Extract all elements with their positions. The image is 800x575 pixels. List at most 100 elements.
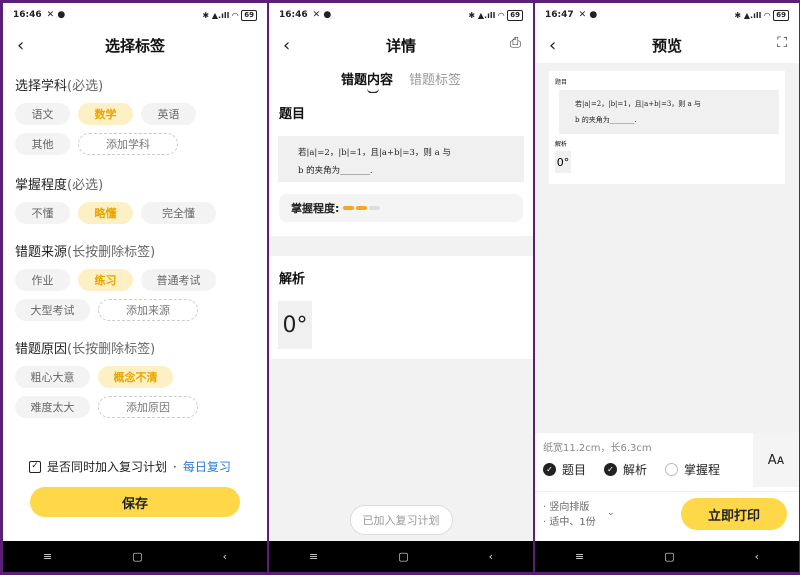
home-icon[interactable]: ▢ [398,550,408,563]
chip-too-hard[interactable]: 难度太大 [15,396,90,418]
back-icon[interactable]: ‹ [549,35,556,56]
daily-review-link[interactable]: 每日复习 [183,458,231,475]
tab-question-tags[interactable]: 错题标签 [409,69,461,88]
chip-partly-understand[interactable]: 略懂 [78,202,133,224]
nav-back-icon[interactable]: ‹ [489,550,493,563]
notification-icon: ✕ ● [46,10,66,20]
status-time: 16:46 [13,10,42,20]
menu-icon[interactable]: ≡ [575,550,584,563]
section-reason: 错题原因(长按删除标签) 粗心大意 概念不清 难度太大 添加原因 [3,338,267,418]
option-mastery[interactable]: 掌握程 [665,461,720,478]
layout-size-copies: · 适中、1份 [543,517,596,528]
notification-icon: ✕ ● [312,10,332,20]
chip-math[interactable]: 数学 [78,103,133,125]
section-mastery: 掌握程度(必选) 不懂 略懂 完全懂 [3,174,267,224]
chip-other[interactable]: 其他 [15,133,70,155]
question-title: 题目 [279,107,306,122]
battery-icon: 69 [507,9,523,21]
nav-back-icon[interactable]: ‹ [755,550,759,563]
menu-icon[interactable]: ≡ [43,550,52,563]
mastery-segment [343,206,355,210]
footer: 已加入复习计划 [269,499,533,541]
review-plan-label: 是否同时加入复习计划 [47,460,168,474]
print-preview-paper: 题目 若|a|=2，|b|=1，且|a+b|=3，则 a 与 b 的夹角为___… [549,71,785,184]
add-reason-button[interactable]: 添加原因 [98,396,198,418]
tab-question-content[interactable]: 错题内容 [341,69,393,94]
add-source-button[interactable]: 添加来源 [98,299,198,321]
chip-practice[interactable]: 练习 [78,269,133,291]
chip-not-understand[interactable]: 不懂 [15,202,70,224]
notification-icon: ✕ ● [578,10,598,20]
section-title: 选择学科 [15,79,68,94]
section-hint: (必选) [67,178,104,193]
question-line: 若|a|=2，|b|=1，且|a+b|=3，则 a 与 [298,148,451,158]
question-block: 题目 若|a|=2，|b|=1，且|a+b|=3，则 a 与 b 的夹角为___… [269,93,533,236]
section-title: 错题原因 [15,342,68,357]
print-options: ✓ 题目 ✓ 解析 掌握程 [543,461,720,478]
section-source: 错题来源(长按删除标签) 作业 练习 普通考试 大型考试 添加来源 [3,241,267,321]
question-line: b 的夹角为_______. [298,166,373,176]
separator-dot: · [173,459,177,474]
print-now-button[interactable]: 立即打印 [681,498,787,530]
bottom-actions: ✓ 是否同时加入复习计划 · 每日复习 保存 [3,458,267,517]
chip-fully-understand[interactable]: 完全懂 [141,202,216,224]
answer-image: 0° [278,301,312,349]
save-button[interactable]: 保存 [30,487,240,517]
nav-back-icon[interactable]: ‹ [223,550,227,563]
option-analysis[interactable]: ✓ 解析 [604,461,647,478]
signal-icon: ✱ ▲.ıll ◠ [202,10,239,20]
tab-bar: 错题内容 错题标签 [269,63,533,94]
add-subject-button[interactable]: 添加学科 [78,133,178,155]
back-icon[interactable]: ‹ [283,35,290,56]
chip-homework[interactable]: 作业 [15,269,70,291]
detail-screen: 16:46 ✕ ● ✱ ▲.ıll ◠ 69 ‹ 详情 ⎙ 错题内容 错题标签 题目… [269,3,533,572]
menu-icon[interactable]: ≡ [309,550,318,563]
back-icon[interactable]: ‹ [17,35,24,56]
added-review-plan-button[interactable]: 已加入复习计划 [349,505,453,535]
battery-icon: 69 [773,9,789,21]
question-image: 若|a|=2，|b|=1，且|a+b|=3，则 a 与 b 的夹角为______… [278,136,524,182]
chip-regular-exam[interactable]: 普通考试 [141,269,216,291]
option-label: 掌握程 [684,463,721,477]
detail-body: 题目 若|a|=2，|b|=1，且|a+b|=3，则 a 与 b 的夹角为___… [269,93,533,541]
top-bar: ‹ 选择标签 [3,27,267,63]
layout-orientation: · 竖向排版 [543,502,590,513]
analysis-block: 解析 0° [269,256,533,359]
signal-icon: ✱ ▲.ıll ◠ [468,10,505,20]
page-title: 选择标签 [104,36,165,55]
top-bar: ‹ 详情 ⎙ [269,27,533,63]
chevron-down-icon[interactable]: ⌄ [607,508,615,518]
tag-select-screen: 16:46 ✕ ● ✱ ▲.ıll ◠ 69 ‹ 选择标签 选择学科(必选) 语文 … [3,3,267,572]
chip-major-exam[interactable]: 大型考试 [15,299,90,321]
status-bar: 16:47 ✕ ● ✱ ▲.ıll ◠ 69 [535,3,799,27]
chip-unclear-concept[interactable]: 概念不清 [98,366,173,388]
mastery-segment [356,206,368,210]
home-icon[interactable]: ▢ [132,550,142,563]
radio-icon [665,463,679,476]
battery-icon: 69 [241,9,257,21]
option-question[interactable]: ✓ 题目 [543,461,586,478]
paper-analysis-title: 解析 [555,141,568,148]
section-hint: (长按删除标签) [67,245,156,260]
paper-size-text: 纸宽11.2cm，长6.3cm [543,443,652,454]
chip-careless[interactable]: 粗心大意 [15,366,90,388]
fullscreen-icon[interactable]: ⛶ [777,35,787,51]
section-hint: (长按删除标签) [67,342,156,357]
mastery-label: 掌握程度: [291,202,340,215]
system-nav-bar: ≡ ▢ ‹ [3,541,267,572]
chip-chinese[interactable]: 语文 [15,103,70,125]
question-line: 若|a|=2，|b|=1，且|a+b|=3，则 a 与 [575,100,701,108]
layout-settings[interactable]: · 竖向排版 · 适中、1份 [543,500,596,530]
system-nav-bar: ≡ ▢ ‹ [535,541,799,572]
chip-english[interactable]: 英语 [141,103,196,125]
printer-icon[interactable]: ⎙ [510,35,521,51]
mastery-row: 掌握程度: [279,194,523,222]
home-icon[interactable]: ▢ [664,550,674,563]
check-icon: ✓ [543,463,556,476]
font-size-button[interactable]: Aᴀ [753,433,799,487]
review-plan-checkbox[interactable]: ✓ [29,460,41,473]
paper-question-title: 题目 [555,79,568,86]
preview-area: 题目 若|a|=2，|b|=1，且|a+b|=3，则 a 与 b 的夹角为___… [535,63,799,433]
status-bar: 16:46 ✕ ● ✱ ▲.ıll ◠ 69 [269,3,533,27]
page-title: 预览 [651,36,682,55]
